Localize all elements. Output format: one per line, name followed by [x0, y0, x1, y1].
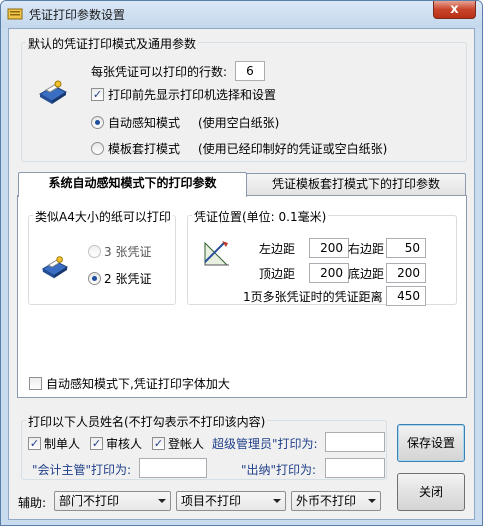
two-vouchers-radio[interactable] [88, 272, 101, 285]
super-admin-input[interactable] [325, 432, 385, 452]
save-settings-button[interactable]: 保存设置 [397, 424, 465, 462]
printer-icon [39, 80, 68, 104]
close-window-button[interactable]: x [433, 1, 476, 19]
super-admin-label: 超级管理员"打印为: [212, 437, 318, 451]
three-vouchers-radio[interactable] [88, 245, 101, 258]
voucher-distance-label: 1页多张凭证时的凭证距离 [243, 290, 383, 304]
dialog-client-area: 默认的凭证打印模式及通用参数 每张凭证可以打印的行数: 6 ✓ 打印前先显示打印… [8, 28, 475, 520]
a4-paper-legend: 类似A4大小的纸可以打印 [33, 208, 173, 225]
bottom-margin-label: 底边距 [348, 267, 385, 281]
show-printer-checkbox[interactable]: ✓ [91, 88, 104, 101]
tab-auto-mode-label: 系统自动感知模式下的打印参数 [48, 176, 217, 190]
general-settings-legend: 默认的凭证打印模式及通用参数 [26, 35, 199, 52]
maker-label: 制单人 [44, 437, 81, 451]
cashier-label: "出纳"打印为: [241, 463, 317, 477]
tab-template-mode-params[interactable]: 凭证模板套打模式下的打印参数 [246, 173, 466, 195]
rows-per-voucher-label: 每张凭证可以打印的行数: [91, 65, 228, 79]
title-bar[interactable]: 凭证打印参数设置 x [1, 1, 482, 28]
template-mode-description: (使用已经印制好的凭证或空白纸张) [198, 142, 388, 156]
save-settings-label: 保存设置 [406, 436, 455, 450]
app-icon [7, 8, 23, 20]
template-mode-radio[interactable] [91, 142, 104, 155]
printer-icon [41, 256, 69, 279]
two-vouchers-label: 2 张凭证 [104, 272, 152, 286]
currency-select[interactable]: 外币不打印 [291, 491, 381, 511]
show-printer-label: 打印前先显示打印机选择和设置 [108, 88, 277, 102]
top-margin-label: 顶边距 [259, 267, 296, 281]
aux-label: 辅助: [18, 496, 47, 510]
auditor-label: 审核人 [106, 437, 143, 451]
close-button-label: 关闭 [418, 485, 443, 499]
maker-checkbox[interactable]: ✓ [28, 437, 41, 450]
cashier-input[interactable] [325, 458, 385, 478]
auto-mode-radio[interactable] [91, 116, 104, 129]
voucher-distance-input[interactable]: 450 [386, 286, 426, 306]
bottom-margin-input[interactable]: 200 [386, 263, 426, 283]
ruler-tool-icon [204, 241, 229, 266]
voucher-position-legend: 凭证位置(单位: 0.1毫米) [192, 208, 329, 225]
print-names-group: 打印以下人员姓名(不打勾表示不打印该内容) ✓ 制单人 ✓ 审核人 ✓ 登帐人 … [21, 413, 387, 480]
tab-template-mode-label: 凭证模板套打模式下的打印参数 [271, 177, 440, 191]
accountant-label: "会计主管"打印为: [32, 463, 132, 477]
bookkeeper-checkbox[interactable]: ✓ [152, 437, 165, 450]
print-names-legend: 打印以下人员姓名(不打勾表示不打印该内容) [26, 413, 268, 430]
rows-per-voucher-input[interactable]: 6 [235, 61, 265, 81]
right-margin-input[interactable]: 50 [386, 238, 426, 258]
accountant-input[interactable] [139, 458, 207, 478]
close-button[interactable]: 关闭 [397, 473, 465, 511]
auto-mode-label: 自动感知模式 [108, 116, 181, 130]
print-settings-dialog: 凭证打印参数设置 x 默认的凭证打印模式及通用参数 每张凭证可以打印的行数: 6… [0, 0, 483, 526]
voucher-position-group: 凭证位置(单位: 0.1毫米) 左边距 200 右边距 50 顶边距 200 底… [187, 208, 457, 306]
a4-paper-group: 类似A4大小的纸可以打印 3 张凭证 2 张凭证 [28, 208, 176, 305]
auto-mode-description: (使用空白纸张) [198, 116, 280, 130]
project-select[interactable]: 项目不打印 [176, 491, 286, 511]
currency-select-value: 外币不打印 [296, 494, 357, 508]
chevron-down-icon [368, 499, 376, 503]
project-select-value: 项目不打印 [181, 494, 242, 508]
template-mode-label: 模板套打模式 [108, 142, 181, 156]
chevron-down-icon [273, 499, 281, 503]
top-margin-input[interactable]: 200 [309, 263, 349, 283]
department-select[interactable]: 部门不打印 [54, 491, 171, 511]
enlarge-font-label: 自动感知模式下,凭证打印字体加大 [46, 377, 230, 391]
auto-mode-panel: 类似A4大小的纸可以打印 3 张凭证 2 张凭证 凭证位置(单位: 0.1毫米) [17, 195, 467, 398]
left-margin-input[interactable]: 200 [309, 238, 349, 258]
three-vouchers-label: 3 张凭证 [104, 245, 152, 259]
department-select-value: 部门不打印 [59, 494, 120, 508]
auditor-checkbox[interactable]: ✓ [90, 437, 103, 450]
general-settings-group: 默认的凭证打印模式及通用参数 每张凭证可以打印的行数: 6 ✓ 打印前先显示打印… [21, 35, 467, 162]
right-margin-label: 右边距 [348, 242, 385, 256]
enlarge-font-checkbox[interactable] [29, 377, 42, 390]
window-title: 凭证打印参数设置 [29, 8, 126, 22]
bookkeeper-label: 登帐人 [168, 437, 205, 451]
chevron-down-icon [158, 499, 166, 503]
left-margin-label: 左边距 [259, 242, 296, 256]
tab-auto-mode-params[interactable]: 系统自动感知模式下的打印参数 [18, 172, 247, 197]
